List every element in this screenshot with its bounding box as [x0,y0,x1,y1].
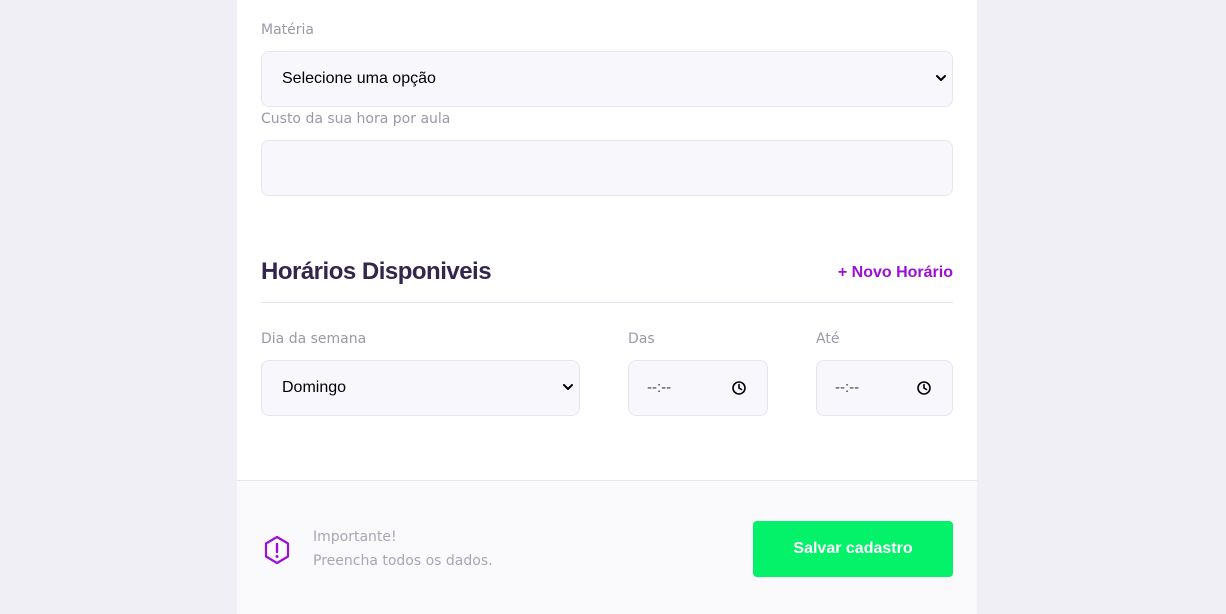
from-label: Das [628,331,655,347]
subject-select[interactable]: Selecione uma opção [261,51,953,107]
weekday-select[interactable]: Domingo [261,360,580,416]
subject-select-value: Selecione uma opção [282,70,436,87]
weekday-label: Dia da semana [261,331,367,347]
clock-icon[interactable] [731,380,747,396]
weekday-select-value: Domingo [282,379,347,396]
cost-input[interactable] [261,140,953,196]
save-button[interactable]: Salvar cadastro [753,521,953,577]
warning-icon [264,535,290,565]
add-schedule-button[interactable]: + Novo Horário [838,264,953,282]
chevron-down-icon [936,75,946,81]
from-time-input[interactable]: --:-- [628,360,768,416]
note-text: Preencha todos os dados. [313,553,493,569]
cost-label: Custo da sua hora por aula [261,111,451,127]
divider [261,302,953,303]
to-time-input[interactable]: --:-- [816,360,953,416]
clock-icon[interactable] [916,380,932,396]
from-time-value: --:-- [647,379,672,396]
chevron-down-icon [563,384,573,390]
to-label: Até [816,331,840,347]
to-time-value: --:-- [835,379,860,396]
subject-label: Matéria [261,22,314,38]
form-footer: Importante! Preencha todos os dados. Sal… [237,480,977,614]
form-card: Matéria Selecione uma opção Custo da sua… [237,0,977,614]
section-title: Horários Disponiveis [261,258,492,285]
note-title: Importante! [313,529,397,545]
